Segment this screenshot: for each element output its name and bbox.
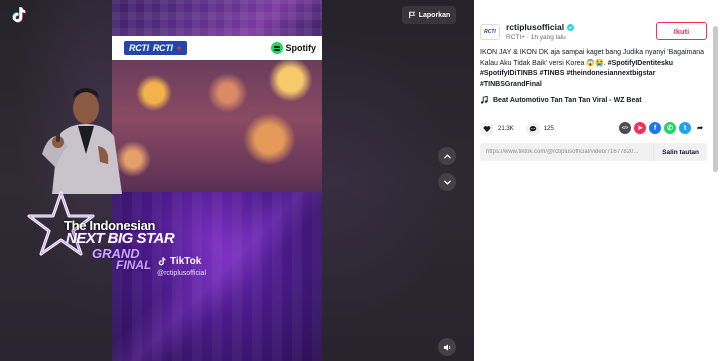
show-title-line4: FINAL (116, 258, 152, 272)
send-icon-glyph: ➤ (637, 124, 643, 132)
like-button[interactable] (480, 122, 494, 136)
engagement-actions: 21.3K 125 (480, 122, 566, 136)
author-username[interactable]: rctiplusofficial (506, 22, 564, 32)
copy-link-box: https://www.tiktok.com/@rctiplusofficial… (480, 143, 707, 161)
rcti-plus-logo-text: RCTI (152, 43, 173, 53)
video-caption: IKON JAY & IKON DK aja sampai kaget bang… (480, 48, 710, 90)
comment-button[interactable] (525, 122, 540, 136)
rcti-logo: RCTI RCTI + (124, 41, 187, 55)
copy-link-button[interactable]: Salin tautan (653, 143, 707, 161)
share-icon[interactable]: ➦ (694, 122, 706, 134)
show-title-line2: NEXT BIG STAR (66, 230, 175, 247)
music-title: Beat Automotivo Tan Tan Tan Viral - WZ B… (493, 96, 642, 104)
avatar[interactable]: RCTI (480, 24, 500, 40)
video-top-backdrop (112, 0, 322, 36)
author-subline: RCTI+ · 1h yang lalu (506, 34, 566, 41)
embed-icon[interactable]: </> (619, 122, 631, 134)
rcti-logo-text: RCTI (129, 43, 149, 53)
previous-video-button[interactable] (438, 147, 456, 165)
whatsapp-icon[interactable]: ✆ (664, 122, 676, 134)
report-label: Laporkan (418, 11, 451, 19)
embed-icon-glyph: </> (621, 124, 629, 130)
verified-badge-icon (567, 23, 575, 31)
flag-icon (408, 11, 415, 19)
tiktok-watermark: TikTok (156, 256, 201, 267)
chevron-up-icon (443, 153, 451, 158)
watermark-handle: @rctiplusofficial (157, 270, 206, 277)
twitter-icon-glyph: t (683, 124, 687, 132)
twitter-icon[interactable]: t (679, 122, 691, 134)
tiktok-logo-icon[interactable] (8, 5, 28, 25)
scrollbar-thumb[interactable] (713, 26, 718, 172)
spotify-icon (270, 42, 283, 54)
tiktok-video-page: RCTI RCTI + Spotify The Indonesian NEXT … (0, 0, 720, 361)
like-count: 21.3K (498, 126, 514, 132)
plus-icon: + (176, 43, 182, 53)
next-video-button[interactable] (438, 173, 456, 191)
music-link[interactable]: Beat Automotivo Tan Tan Tan Viral - WZ B… (480, 96, 642, 104)
whatsapp-icon-glyph: ✆ (667, 124, 673, 132)
chevron-down-icon (443, 180, 451, 185)
video-details-panel: RCTI rctiplusofficial RCTI+ · 1h yang la… (474, 0, 720, 361)
share-options: </> ➤ f ✆ t ➦ (619, 122, 706, 134)
video-link-url[interactable]: https://www.tiktok.com/@rctiplusofficial… (486, 149, 638, 155)
stage-backdrop (112, 60, 322, 192)
comment-count: 125 (543, 126, 554, 132)
send-icon[interactable]: ➤ (634, 122, 646, 134)
watermark-name: TikTok (170, 256, 202, 267)
facebook-icon-glyph: f (653, 124, 657, 132)
sponsor-bar: RCTI RCTI + Spotify (112, 36, 322, 60)
volume-button[interactable] (438, 338, 456, 356)
tiktok-watermark-icon (158, 257, 166, 266)
facebook-icon[interactable]: f (649, 122, 661, 134)
volume-icon (443, 343, 450, 351)
video-frame[interactable]: RCTI RCTI + Spotify (112, 0, 322, 361)
spotify-logo-text: Spotify (285, 43, 317, 53)
music-note-icon (480, 96, 488, 104)
singer-figure (42, 88, 122, 194)
follow-button[interactable]: Ikuti (656, 22, 707, 40)
comment-icon (529, 126, 536, 133)
author-info[interactable]: RCTI rctiplusofficial RCTI+ · 1h yang la… (480, 22, 575, 41)
avatar-logo-text: RCTI (484, 29, 496, 35)
report-button[interactable]: Laporkan (402, 6, 456, 24)
spotify-logo: Spotify (270, 42, 317, 54)
video-player-area: RCTI RCTI + Spotify The Indonesian NEXT … (0, 0, 474, 361)
share-icon-glyph: ➦ (697, 124, 703, 132)
heart-icon (483, 126, 491, 133)
page-scrollbar[interactable] (713, 2, 718, 358)
